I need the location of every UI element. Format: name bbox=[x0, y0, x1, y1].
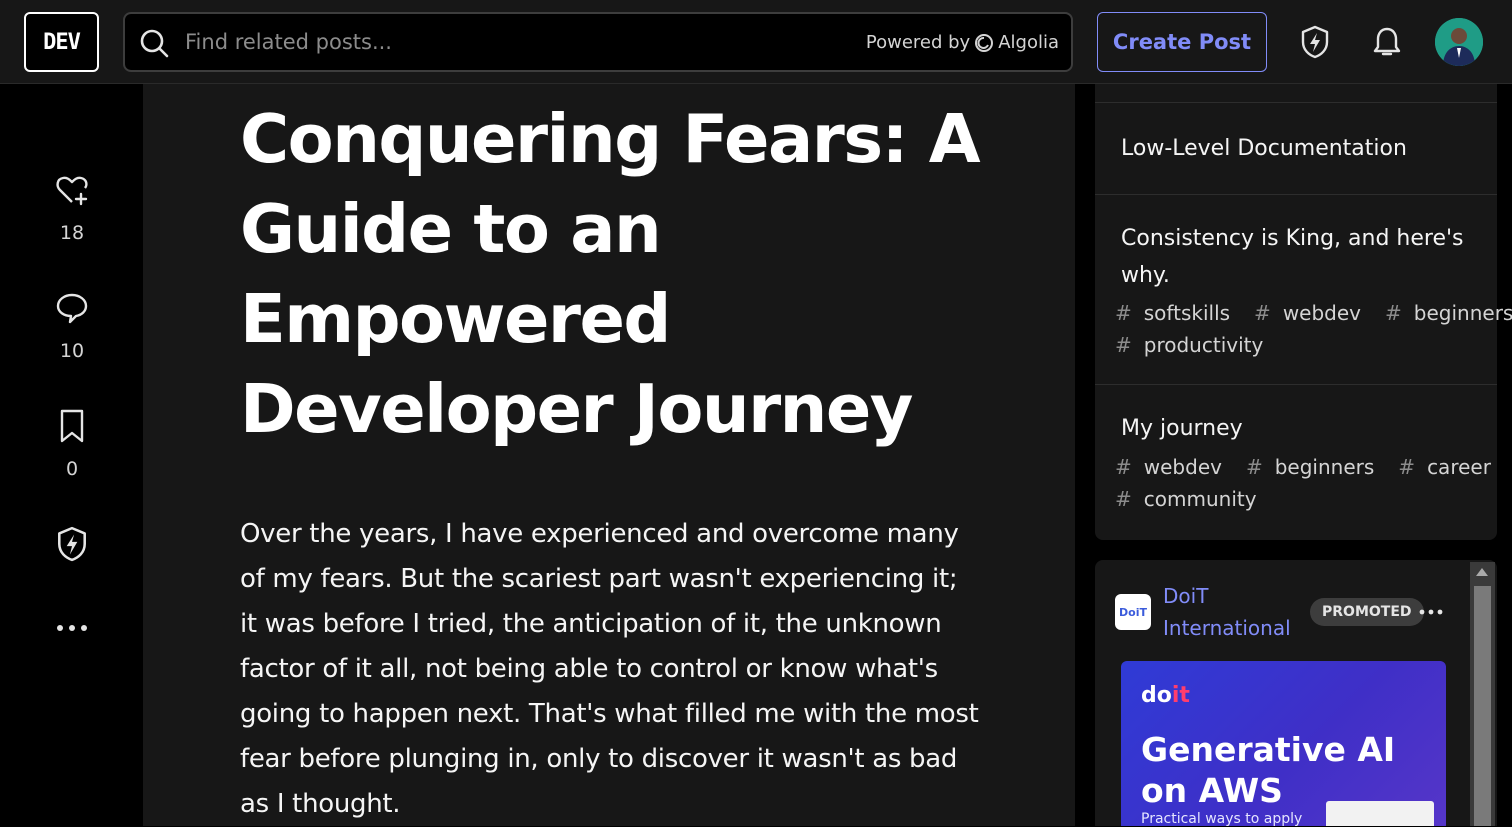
scroll-up-arrow-icon[interactable] bbox=[1476, 568, 1488, 576]
related-post-title: Low-Level Documentation bbox=[1121, 136, 1407, 161]
moderate-action[interactable] bbox=[44, 526, 100, 566]
tag-link[interactable]: # webdev bbox=[1115, 455, 1234, 479]
comment-count: 10 bbox=[59, 340, 85, 362]
algolia-label: Algolia bbox=[998, 32, 1059, 53]
moderation-shield-icon[interactable] bbox=[1295, 22, 1335, 62]
article-body: Over the years, I have experienced and o… bbox=[240, 519, 979, 819]
tag-link[interactable]: # softskills bbox=[1115, 301, 1242, 325]
shield-icon bbox=[58, 526, 86, 562]
tag-link[interactable]: # beginners bbox=[1385, 301, 1512, 325]
bookmark-action[interactable]: 0 bbox=[44, 408, 100, 480]
user-avatar[interactable] bbox=[1435, 18, 1483, 66]
tag-link[interactable]: # productivity bbox=[1115, 333, 1275, 357]
promo-scrollbar[interactable] bbox=[1470, 562, 1495, 826]
more-dots-icon bbox=[57, 625, 87, 631]
related-post-item[interactable]: My journey # webdev # beginners # career # com… bbox=[1095, 384, 1497, 540]
tag-link[interactable]: # community bbox=[1115, 487, 1269, 511]
powered-by-label: Powered by bbox=[865, 32, 971, 53]
like-count: 18 bbox=[59, 222, 85, 244]
top-header: DEV Powered by Algolia Create Post bbox=[0, 0, 1512, 84]
banner-brand: doit bbox=[1141, 683, 1190, 708]
promo-banner-image[interactable]: doit Generative AI on AWS Practical ways… bbox=[1121, 661, 1446, 826]
promo-more-button[interactable] bbox=[1417, 598, 1445, 626]
banner-book-graphic bbox=[1326, 801, 1434, 826]
banner-headline: Generative AI on AWS bbox=[1141, 730, 1396, 810]
related-post-item[interactable]: Low-Level Documentation bbox=[1095, 102, 1497, 194]
more-actions[interactable] bbox=[44, 614, 100, 646]
tag-link[interactable]: # career bbox=[1398, 455, 1503, 479]
powered-by-algolia[interactable]: Powered by Algolia bbox=[866, 32, 1059, 53]
promoted-card: DoiT DoiT International PROMOTED doit Ge… bbox=[1095, 560, 1497, 826]
promoted-badge: PROMOTED bbox=[1310, 598, 1424, 626]
related-posts-list: Low-Level Documentation Consistency is K… bbox=[1095, 84, 1512, 540]
related-post-title: My journey bbox=[1121, 416, 1243, 441]
comment-action[interactable]: 10 bbox=[44, 290, 100, 362]
create-post-button[interactable]: Create Post bbox=[1097, 12, 1267, 72]
doit-logo[interactable]: DoiT bbox=[1115, 594, 1151, 630]
more-dots-icon bbox=[1419, 609, 1443, 615]
related-post-tags: # webdev # beginners # career # community bbox=[1115, 451, 1491, 515]
search-icon bbox=[140, 29, 169, 58]
bookmark-count: 0 bbox=[65, 458, 79, 480]
like-action[interactable]: 18 bbox=[44, 172, 100, 244]
search-bar[interactable]: Powered by Algolia bbox=[123, 12, 1073, 72]
tag-link[interactable]: # webdev bbox=[1254, 301, 1373, 325]
algolia-icon bbox=[975, 33, 994, 52]
dev-logo[interactable]: DEV bbox=[24, 12, 99, 72]
search-input[interactable] bbox=[185, 26, 785, 58]
notifications-bell-icon[interactable] bbox=[1367, 22, 1407, 62]
article-title: Conquering Fears: A Guide to an Empowere… bbox=[240, 100, 981, 448]
related-post-item[interactable]: Consistency is King, and here's why. # so… bbox=[1095, 194, 1512, 384]
promo-org-name[interactable]: DoiT International bbox=[1163, 580, 1303, 644]
comment-bubble-icon bbox=[56, 293, 88, 324]
heart-plus-icon bbox=[56, 176, 88, 206]
related-post-title: Consistency is King, and here's why. bbox=[1121, 226, 1464, 288]
related-post-tags: # softskills # webdev # beginners # productivi… bbox=[1115, 297, 1512, 361]
article-card: Conquering Fears: A Guide to an Empowere… bbox=[143, 84, 1075, 826]
bookmark-icon bbox=[60, 409, 84, 443]
scrollbar-thumb[interactable] bbox=[1474, 586, 1491, 826]
banner-subtitle: Practical ways to apply bbox=[1141, 811, 1303, 826]
tag-link[interactable]: # beginners bbox=[1246, 455, 1386, 479]
